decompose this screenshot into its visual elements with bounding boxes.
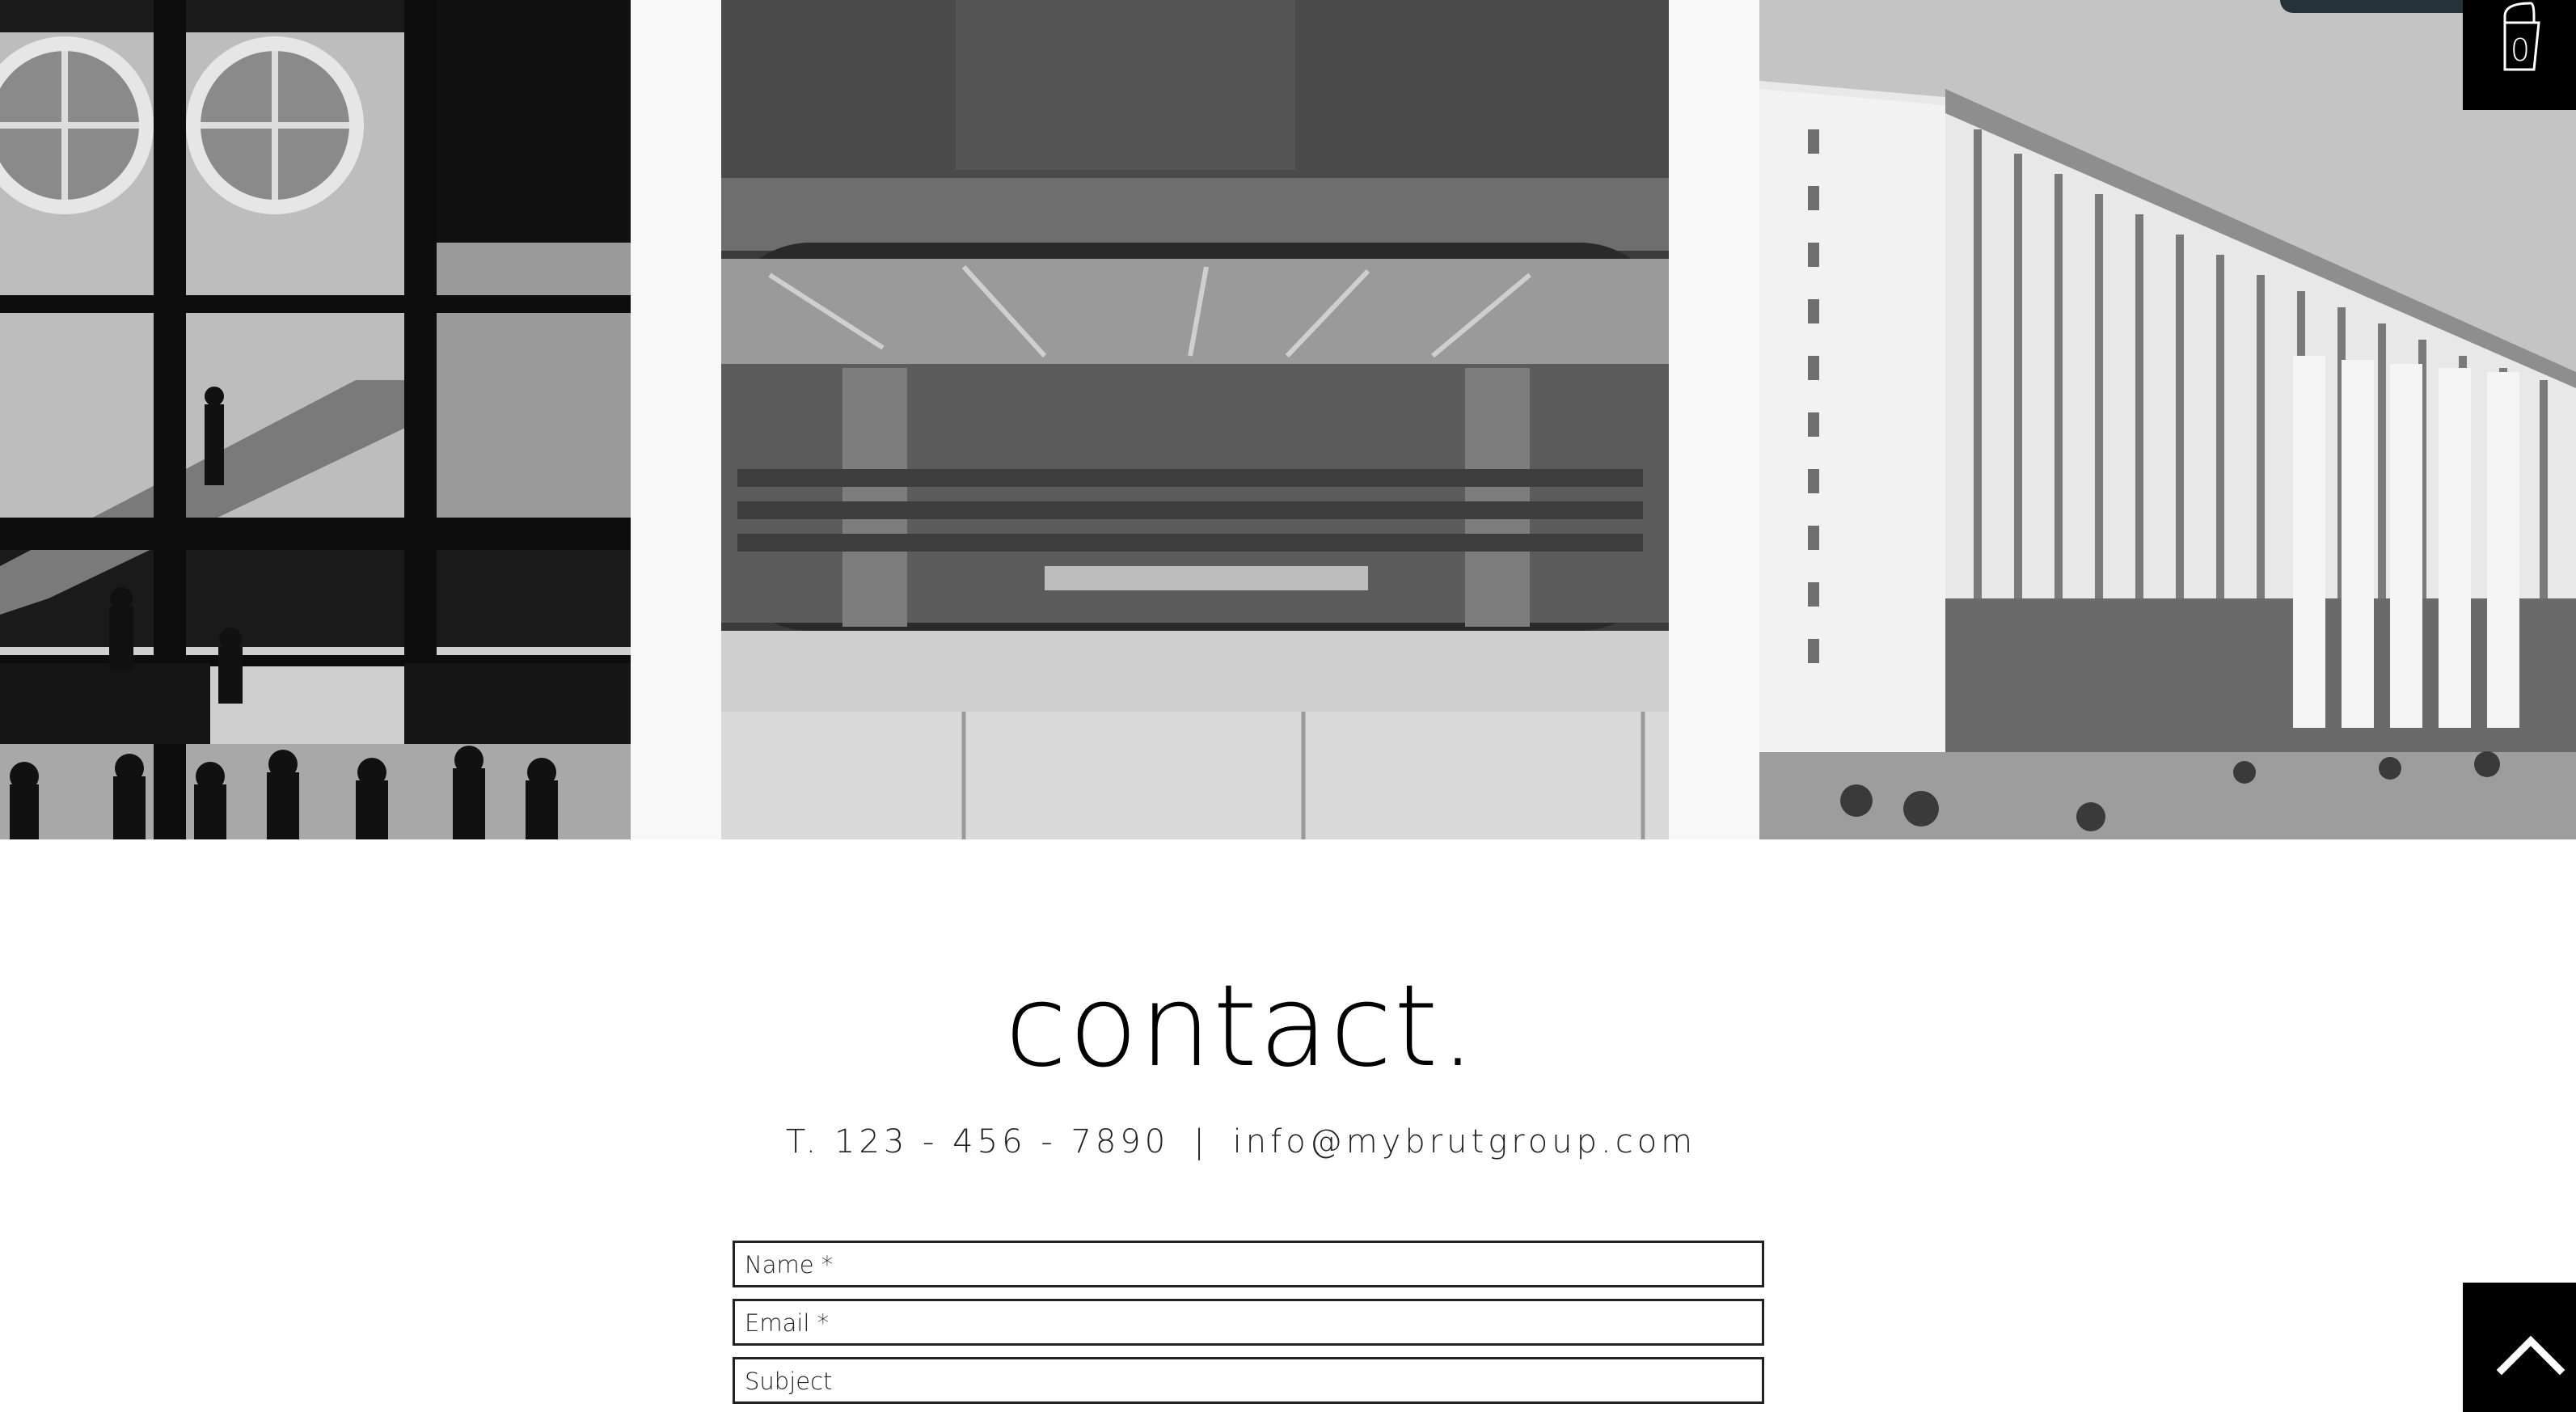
email-field[interactable]: Email * [733,1299,1764,1346]
curved-building-photo[interactable] [1759,0,2576,839]
name-placeholder: Name * [745,1251,834,1279]
contact-title: contact. [1004,961,1478,1093]
subject-field[interactable]: Subject [733,1357,1764,1404]
photo-gallery [0,0,2576,839]
library-window-photo[interactable] [721,0,1669,839]
email-placeholder: Email * [745,1309,830,1337]
chevron-up-icon [2496,1335,2565,1376]
atrium-photo[interactable] [0,0,631,839]
subject-placeholder: Subject [745,1368,833,1395]
cart-count: 0 [2510,32,2531,68]
name-field[interactable]: Name * [733,1241,1764,1287]
back-to-top-button[interactable] [2463,1283,2576,1412]
contact-info: T. 123 - 456 - 7890 | info@mybrutgroup.com [0,1119,2482,1165]
email-link[interactable]: info@mybrutgroup.com [1233,1123,1696,1160]
contact-separator: | [1193,1123,1209,1160]
phone-number: T. 123 - 456 - 7890 [785,1123,1170,1160]
